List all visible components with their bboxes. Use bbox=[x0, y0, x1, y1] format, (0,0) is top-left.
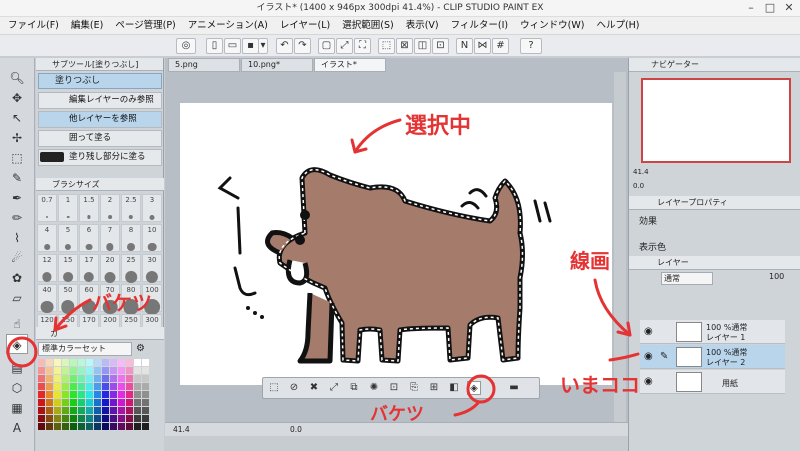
annotation-bucket-bottom: バケツ bbox=[370, 404, 424, 425]
annotation-selecting: 選択中 bbox=[405, 114, 471, 139]
annotation-here-now: いまココ bbox=[560, 373, 640, 397]
annotation-bucket-left: バケツ bbox=[92, 291, 152, 315]
annotation-overlay: 選択中 バケツ バケツ 線画 いまココ bbox=[6, 114, 640, 425]
annotation-lineart: 線画 bbox=[570, 249, 610, 273]
